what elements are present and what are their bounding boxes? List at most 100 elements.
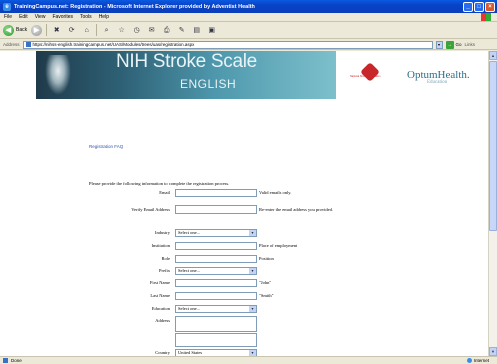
- scroll-up-icon[interactable]: ▲: [489, 51, 497, 60]
- forward-button[interactable]: ▶: [31, 24, 43, 36]
- verify-email-input[interactable]: [175, 205, 257, 214]
- menu-edit[interactable]: Edit: [19, 14, 28, 20]
- role-input[interactable]: [175, 255, 257, 263]
- menu-help[interactable]: Help: [99, 14, 109, 20]
- banner-title: NIH Stroke Scale: [116, 51, 257, 72]
- institution-input[interactable]: [175, 242, 257, 250]
- institution-label: Institution: [151, 243, 170, 248]
- chevron-down-icon: ▼: [249, 230, 256, 236]
- toolbar-separator: [46, 24, 48, 36]
- chevron-down-icon: ▼: [249, 306, 256, 312]
- ie-icon: e: [3, 2, 11, 11]
- go-label: Go: [455, 42, 462, 47]
- role-label: Role: [161, 256, 171, 261]
- prefix-value: Select one...: [178, 268, 200, 273]
- back-button[interactable]: ◀ Back: [3, 24, 28, 36]
- menu-file[interactable]: File: [4, 14, 12, 20]
- last-name-label: Last Name: [150, 293, 170, 298]
- chevron-down-icon: ▼: [249, 268, 256, 274]
- refresh-icon[interactable]: ⟳: [66, 25, 77, 36]
- industry-value: Select one...: [178, 230, 200, 235]
- back-arrow-icon: ◀: [3, 24, 14, 36]
- stop-icon[interactable]: ✖: [51, 25, 62, 36]
- go-arrow-icon: →: [445, 40, 454, 49]
- address-line2-input[interactable]: [175, 333, 257, 347]
- home-icon[interactable]: ⌂: [81, 25, 92, 36]
- country-select[interactable]: United States ▼: [175, 349, 257, 356]
- window-titlebar: e TrainingCampus.net: Registration - Mic…: [0, 0, 497, 13]
- globe-icon: [466, 358, 472, 363]
- media-icon[interactable]: ▣: [206, 25, 217, 36]
- prefix-label: Prefix: [159, 268, 170, 273]
- address-line1-input[interactable]: [175, 316, 257, 332]
- print-icon[interactable]: ⎙: [161, 25, 172, 36]
- address-url: https://nihss-english.trainingcampus.net…: [32, 42, 195, 47]
- address-input[interactable]: https://nihss-english.trainingcampus.net…: [22, 40, 433, 49]
- country-value: United States: [178, 350, 203, 355]
- zone-label: Internet: [473, 358, 489, 363]
- mail-icon[interactable]: ✉: [146, 25, 157, 36]
- banner-subtitle: ENGLISH: [180, 77, 237, 91]
- banner-figure-image: [45, 55, 71, 95]
- menu-bar: File Edit View Favorites Tools Help: [0, 13, 497, 22]
- menu-tools[interactable]: Tools: [80, 14, 92, 20]
- education-label: Education: [151, 306, 170, 311]
- prefix-select[interactable]: Select one... ▼: [175, 267, 257, 275]
- status-text: Done: [11, 358, 22, 363]
- address-field-label: Address: [155, 318, 170, 323]
- registration-faq-link[interactable]: Registration FAQ: [89, 144, 123, 149]
- windows-logo-icon: [481, 13, 491, 21]
- vertical-scrollbar[interactable]: ▲ ▼: [488, 51, 497, 356]
- window-title: TrainingCampus.net: Registration - Micro…: [14, 3, 255, 10]
- go-button[interactable]: → Go: [445, 40, 462, 49]
- industry-label: Industry: [155, 230, 170, 235]
- menu-favorites[interactable]: Favorites: [52, 14, 73, 20]
- email-input[interactable]: [175, 189, 257, 197]
- maximize-button[interactable]: □: [474, 1, 484, 12]
- verify-email-hint: Re-enter the email address you provided.: [259, 207, 333, 212]
- stroke-association-logo: National Stroke Association: [350, 62, 390, 89]
- scroll-down-icon[interactable]: ▼: [489, 347, 497, 356]
- first-name-hint: "John": [259, 280, 272, 285]
- first-name-input[interactable]: [175, 279, 257, 287]
- institution-hint: Place of employment: [259, 243, 298, 248]
- page-banner: NIH Stroke Scale ENGLISH National Stroke…: [0, 51, 488, 99]
- status-bar: Done Internet: [0, 356, 497, 364]
- search-icon[interactable]: ⌕: [101, 25, 112, 36]
- email-label: Email: [159, 190, 170, 195]
- last-name-input[interactable]: [175, 292, 257, 300]
- edit-icon[interactable]: ✎: [176, 25, 187, 36]
- discuss-icon[interactable]: ▤: [191, 25, 202, 36]
- industry-select[interactable]: Select one... ▼: [175, 229, 257, 237]
- optum-logo: OptumHealth. Education: [407, 69, 470, 85]
- page-status-icon: [3, 358, 8, 363]
- education-value: Select one...: [178, 306, 200, 311]
- address-dropdown-icon[interactable]: ▾: [435, 40, 443, 49]
- toolbar: ◀ Back ▶ ✖ ⟳ ⌂ ⌕ ☆ ◷ ✉ ⎙ ✎ ▤ ▣: [0, 22, 497, 39]
- role-hint: Position: [259, 256, 274, 261]
- security-zone: Internet: [466, 358, 489, 363]
- toolbar-separator: [96, 24, 98, 36]
- heart-logo-icon: [360, 62, 380, 82]
- intro-text: Please provide the following information…: [89, 181, 230, 186]
- history-icon[interactable]: ◷: [131, 25, 142, 36]
- email-hint: Valid emails only.: [259, 190, 292, 195]
- optum-subtitle: Education: [427, 80, 448, 85]
- education-select[interactable]: Select one... ▼: [175, 305, 257, 313]
- last-name-hint: "Smith": [259, 293, 274, 298]
- favorites-icon[interactable]: ☆: [116, 25, 127, 36]
- country-label: Country: [155, 350, 170, 355]
- scrollbar-thumb[interactable]: [489, 61, 497, 231]
- address-bar: Address https://nihss-english.trainingca…: [0, 40, 497, 50]
- back-label: Back: [16, 27, 28, 33]
- page-icon: [25, 42, 31, 47]
- first-name-label: First Name: [149, 280, 170, 285]
- stroke-association-text: National Stroke Association: [350, 75, 381, 78]
- page-viewport: NIH Stroke Scale ENGLISH National Stroke…: [0, 51, 488, 356]
- address-label: Address: [3, 42, 20, 47]
- minimize-button[interactable]: _: [463, 1, 473, 12]
- verify-email-label: Verify Email Address: [131, 207, 170, 212]
- menu-view[interactable]: View: [35, 14, 46, 20]
- links-label[interactable]: Links: [465, 42, 476, 47]
- close-button[interactable]: ×: [485, 1, 495, 12]
